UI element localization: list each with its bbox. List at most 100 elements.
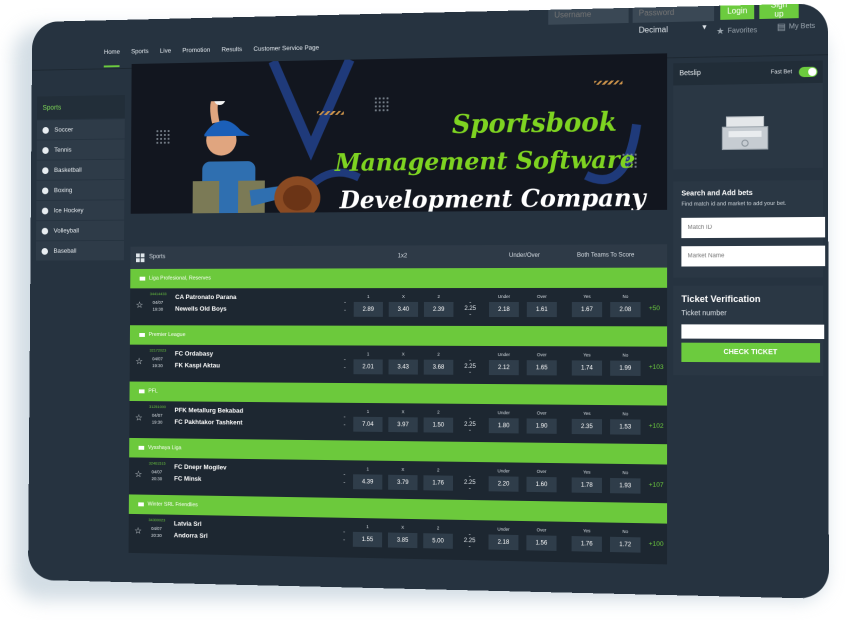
favorites-link[interactable]: ★ Favorites	[716, 25, 757, 37]
btts-button[interactable]: 1.76	[572, 536, 602, 552]
under-over-button[interactable]: 1.61	[527, 302, 557, 317]
home-team: Latvia Srl	[174, 521, 202, 528]
under-over-button[interactable]: 2.18	[489, 302, 519, 317]
sidebar-item-tennis[interactable]: Tennis	[37, 139, 125, 159]
password-input[interactable]	[633, 3, 714, 23]
sidebar-item-soccer[interactable]: Soccer	[37, 119, 125, 140]
sports-sidebar: Sports Soccer Tennis Basketball Boxing I…	[36, 95, 125, 275]
btts-button[interactable]: 1.93	[610, 478, 640, 494]
match-row[interactable]: ☆ 34414433 04/07 19:30 CA Patronato Parana Ne…	[130, 288, 667, 329]
odds-button[interactable]: 2.01	[353, 359, 382, 374]
under-over-button[interactable]: 2.18	[489, 534, 519, 550]
favorite-star-icon[interactable]: ☆	[134, 526, 142, 537]
under-over-label: Over	[527, 410, 557, 415]
league-name: Winter SRL Friendlies	[148, 502, 198, 509]
banner-line-3: Development Company	[340, 183, 646, 214]
under-over-button[interactable]: 2.12	[489, 360, 519, 375]
under-over-button[interactable]: 1.56	[526, 535, 556, 551]
odds-button[interactable]: 7.04	[353, 417, 382, 432]
more-markets-link[interactable]: +50	[649, 305, 660, 312]
goal-line: -2.25-	[462, 474, 478, 492]
btts-button[interactable]: 1.67	[572, 302, 602, 317]
promo-banner[interactable]: Sportsbook Management Software Developme…	[131, 53, 667, 213]
nav-home[interactable]: Home	[104, 49, 120, 68]
btts-label: No	[610, 529, 640, 535]
league-header[interactable]: Premier League	[130, 325, 667, 346]
more-markets-link[interactable]: +107	[649, 482, 664, 489]
odds-label: X	[389, 352, 418, 357]
sidebar-item-volleyball[interactable]: Volleyball	[36, 221, 124, 241]
match-time: 20:30	[151, 533, 162, 538]
league-header[interactable]: Liga Profesional, Reserves	[130, 268, 667, 289]
more-markets-link[interactable]: +103	[649, 364, 664, 371]
odds-button[interactable]: 1.55	[353, 532, 382, 548]
match-row[interactable]: ☆ 32172023 04/07 19:30 FC Ordabasy FK Kaspi A…	[130, 345, 667, 388]
odds-button[interactable]: 2.89	[354, 302, 383, 317]
sidebar-item-ice-hockey[interactable]: Ice Hockey	[36, 200, 124, 220]
league-name: Liga Profesional, Reserves	[149, 276, 211, 282]
under-over-button[interactable]: 2.20	[489, 476, 519, 492]
match-id: 32172023	[149, 348, 166, 353]
sidebar-item-label: Basketball	[54, 166, 82, 173]
column-btts: Both Teams To Score	[577, 253, 634, 259]
under-over-button[interactable]: 1.65	[527, 360, 557, 375]
language-selector[interactable]: EN	[805, 3, 815, 5]
under-over-label: Over	[527, 352, 557, 357]
btts-button[interactable]: 1.78	[572, 477, 602, 493]
favorite-star-icon[interactable]: ☆	[136, 300, 144, 311]
check-ticket-button[interactable]: CHECK TICKET	[681, 343, 820, 363]
market-name-input[interactable]	[681, 246, 825, 267]
dot-pattern	[374, 96, 390, 112]
match-id-input[interactable]	[681, 217, 825, 238]
odds-label: 2	[424, 352, 454, 357]
sidebar-item-boxing[interactable]: Boxing	[36, 180, 124, 200]
btts-button[interactable]: 2.08	[610, 302, 640, 317]
odds-button[interactable]: 4.39	[353, 474, 382, 489]
more-markets-link[interactable]: +100	[649, 541, 664, 548]
sidebar-item-baseball[interactable]: Baseball	[36, 241, 124, 261]
btts-button[interactable]: 2.35	[572, 419, 602, 434]
away-score: -	[344, 365, 346, 371]
line-dash: -	[469, 428, 471, 434]
odds-button[interactable]: 5.00	[423, 533, 453, 549]
btts-button[interactable]: 1.74	[572, 360, 602, 375]
odds-button[interactable]: 3.43	[389, 360, 418, 375]
under-over-button[interactable]: 1.90	[527, 418, 557, 433]
favorites-label: Favorites	[728, 27, 758, 35]
signup-button[interactable]: Sign up	[759, 3, 798, 19]
odds-button[interactable]: 3.97	[388, 417, 417, 432]
odds-format-select[interactable]: Decimal ▼	[639, 24, 708, 35]
btts-label: Yes	[572, 411, 602, 416]
goal-line: -2.25-	[462, 532, 478, 550]
btts-button[interactable]: 1.53	[610, 419, 640, 435]
fast-bet-toggle[interactable]	[799, 67, 818, 78]
odds-button[interactable]: 3.85	[388, 533, 417, 549]
home-team: FC Ordabasy	[175, 351, 213, 358]
odds-button[interactable]: 3.40	[389, 302, 418, 317]
odds-button[interactable]: 1.50	[424, 417, 454, 432]
favorite-star-icon[interactable]: ☆	[135, 356, 143, 367]
ticket-number-input[interactable]	[681, 324, 824, 339]
odds-button[interactable]: 1.76	[423, 475, 453, 490]
favorite-star-icon[interactable]: ☆	[135, 469, 143, 480]
btts-button[interactable]: 1.72	[610, 537, 641, 553]
odds-button[interactable]: 3.79	[388, 475, 417, 490]
my-bets-link[interactable]: ▤ My Bets	[777, 21, 815, 33]
match-time: 19:30	[152, 363, 163, 368]
login-button[interactable]: Login	[720, 3, 754, 20]
match-date: 04/07	[152, 413, 163, 418]
username-input[interactable]	[548, 4, 628, 25]
more-markets-link[interactable]: +102	[649, 423, 664, 430]
favorite-star-icon[interactable]: ☆	[135, 413, 143, 424]
away-score: -	[343, 480, 345, 486]
btts-button[interactable]: 1.99	[610, 361, 640, 376]
odds-button[interactable]: 3.68	[424, 360, 454, 375]
btts-label: No	[610, 353, 640, 358]
under-over-button[interactable]: 1.60	[527, 477, 557, 493]
line-dash: -	[469, 370, 471, 376]
sidebar-item-basketball[interactable]: Basketball	[37, 160, 125, 180]
under-over-button[interactable]: 1.80	[489, 418, 519, 433]
match-row[interactable]: ☆ 34300023 04/07 20:30 Latvia Srl Andorra Srl…	[129, 514, 668, 564]
baseball-player-image	[159, 99, 321, 213]
odds-button[interactable]: 2.39	[424, 302, 454, 317]
